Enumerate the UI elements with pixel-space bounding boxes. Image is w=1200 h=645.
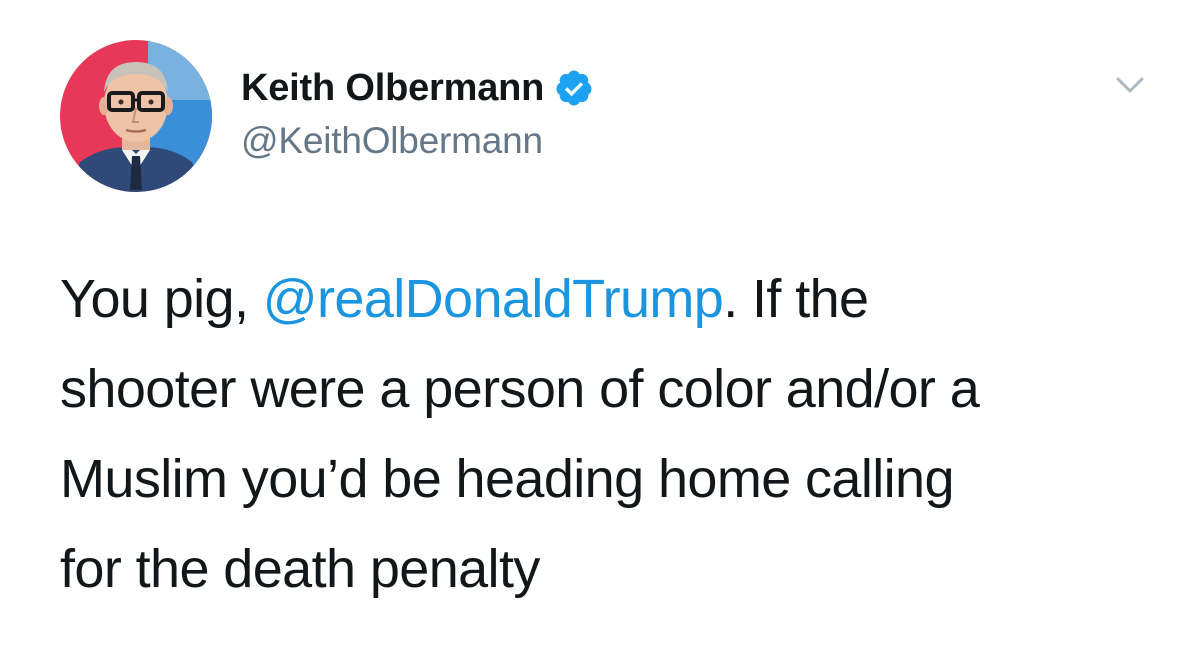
avatar[interactable] xyxy=(60,40,212,192)
tweet-text-part: You pig, xyxy=(60,269,263,329)
author-handle[interactable]: @KeithOlbermann xyxy=(241,117,594,165)
name-row: Keith Olbermann xyxy=(241,65,594,111)
author-info: Keith Olbermann @KeithOlbermann xyxy=(241,65,594,165)
chevron-down-icon[interactable] xyxy=(1108,70,1152,100)
tweet-text-line-3: Muslim you’d be heading home calling xyxy=(60,449,955,509)
mention-link[interactable]: @realDonaldTrump xyxy=(263,269,724,329)
tweet-text-line-4: for the death penalty xyxy=(60,539,540,599)
tweet-text-line-2: shooter were a person of color and/or a xyxy=(60,359,980,419)
tweet-header: Keith Olbermann @KeithOlbermann xyxy=(60,40,594,192)
profile-photo xyxy=(60,40,212,192)
display-name[interactable]: Keith Olbermann xyxy=(241,65,544,111)
tweet-text-part: . If the xyxy=(723,269,869,329)
verified-badge-icon xyxy=(554,68,594,108)
tweet-text-line-1: You pig, @realDonaldTrump. If the xyxy=(60,254,1160,344)
tweet-card: Keith Olbermann @KeithOlbermann You pig,… xyxy=(0,0,1200,645)
tweet-text: You pig, @realDonaldTrump. If the shoote… xyxy=(60,254,1160,614)
